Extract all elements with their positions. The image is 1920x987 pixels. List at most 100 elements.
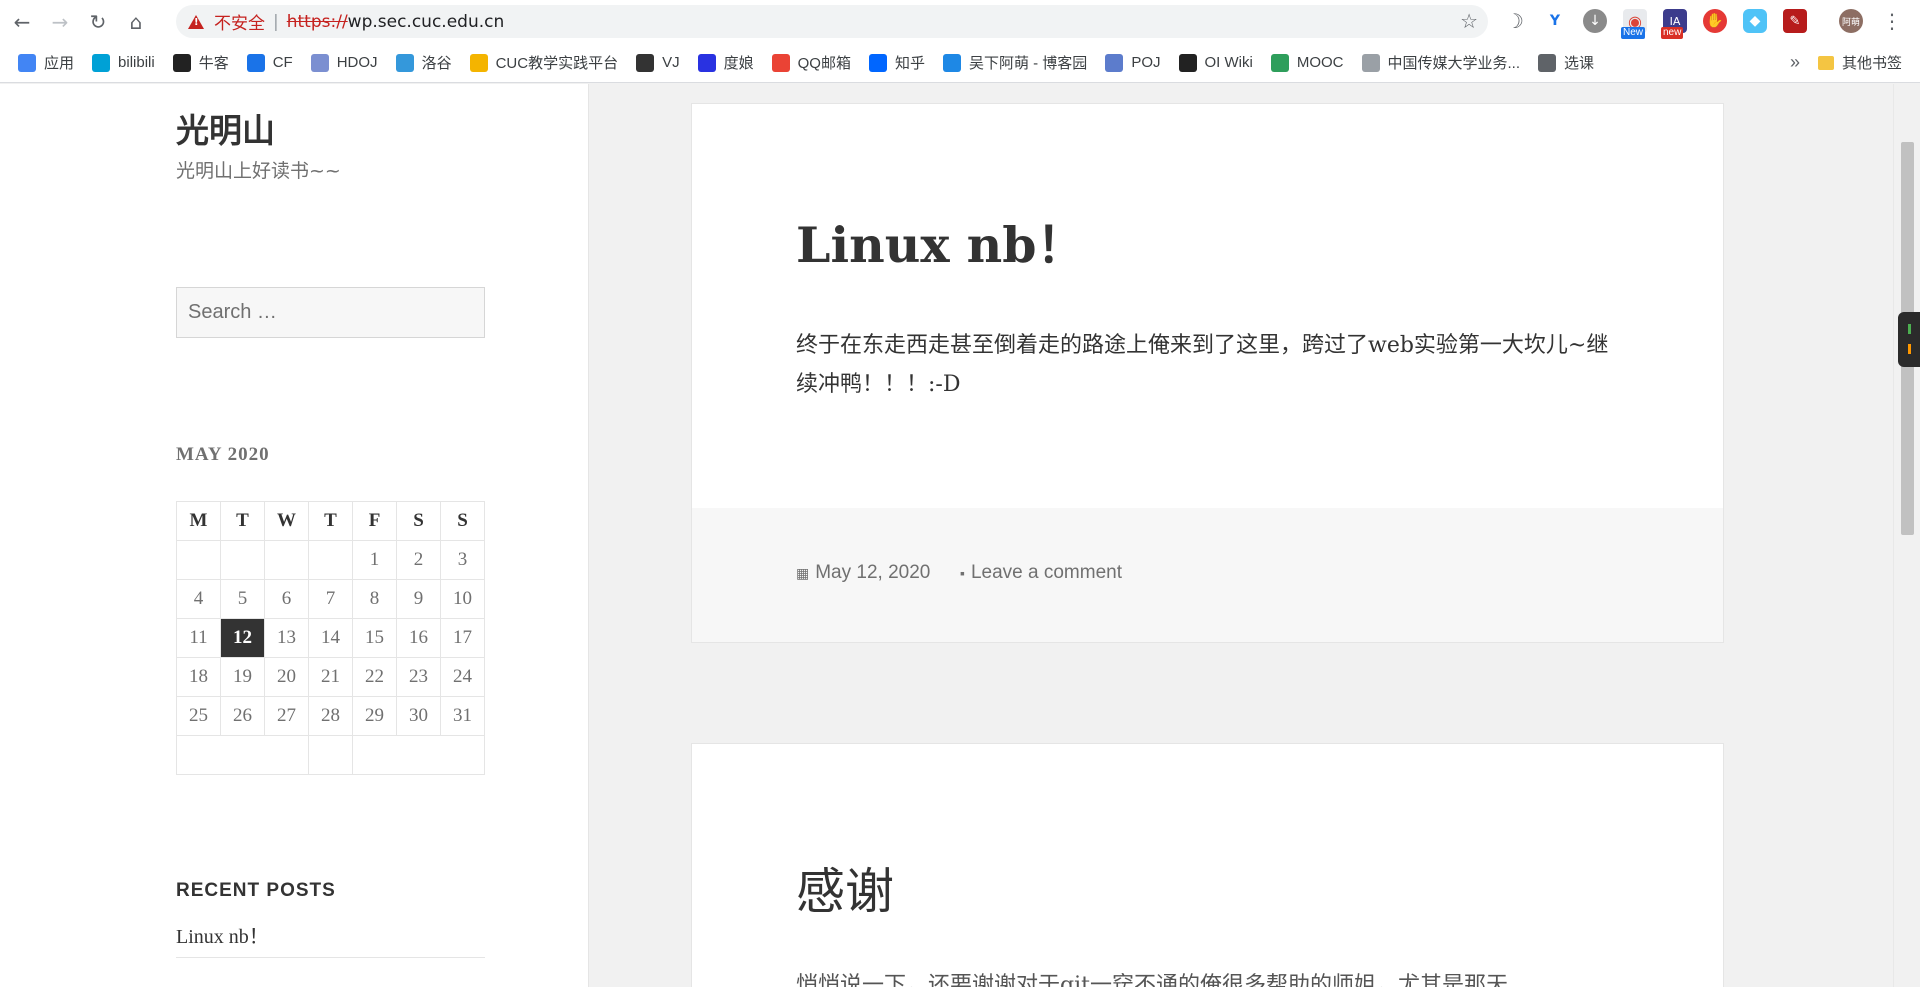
bookmark-label: 洛谷: [421, 55, 452, 72]
calendar-day: 17: [440, 618, 485, 658]
profile-avatar[interactable]: 阿萌: [1839, 9, 1863, 33]
post-title[interactable]: 感谢: [796, 852, 894, 923]
codeforces-icon: [246, 53, 265, 72]
baidu-paw-icon: [697, 53, 716, 72]
calendar-day: 10: [440, 579, 485, 619]
address-bar[interactable]: 不安全 | https:// wp.sec.cuc.edu.cn ☆: [176, 5, 1488, 38]
download-extension-icon[interactable]: ↓: [1583, 9, 1607, 33]
post-title[interactable]: Linux nb！: [796, 206, 1085, 277]
calendar-weekday: M: [176, 501, 221, 541]
bookmark-item[interactable]: OI Wiki: [1178, 53, 1253, 72]
menu-kebab-icon[interactable]: ⋮: [1880, 9, 1904, 33]
bookmark-label: POJ: [1131, 54, 1161, 71]
calendar-day: 2: [396, 540, 441, 580]
calendar-weekday: S: [396, 501, 441, 541]
calendar-empty-cell: [220, 540, 265, 580]
translate-extension-icon[interactable]: Y: [1543, 9, 1567, 33]
calendar-day: 28: [308, 696, 353, 736]
bookmark-item[interactable]: HDOJ: [310, 53, 378, 72]
bookmark-item[interactable]: 吴下阿萌 - 博客园: [942, 52, 1088, 73]
graduation-cap-icon: [1178, 53, 1197, 72]
other-bookmarks-label: 其他书签: [1841, 55, 1902, 72]
calendar-day: 18: [176, 657, 221, 697]
reload-icon[interactable]: ↻: [82, 6, 114, 38]
forward-arrow-icon[interactable]: →: [44, 6, 76, 38]
post-article: 感谢 悄悄说一下，还要谢谢对于git一窍不通的俺很多帮助的师姐，尤其是那天: [691, 743, 1724, 987]
calendar-weekday: F: [352, 501, 397, 541]
bookmark-item[interactable]: QQ邮箱: [771, 52, 851, 73]
calendar-day: 4: [176, 579, 221, 619]
bookmark-item[interactable]: MOOC: [1270, 53, 1344, 72]
calendar-day: 19: [220, 657, 265, 697]
bookmark-label: 度娘: [723, 55, 754, 72]
vjudge-icon: [636, 53, 655, 72]
bookmark-item[interactable]: bilibili: [92, 53, 155, 72]
chrome-extension-new-icon[interactable]: ◉ New: [1621, 9, 1647, 39]
calendar-day: 16: [396, 618, 441, 658]
calendar-icon: ▦: [796, 564, 810, 581]
calendar-day: 3: [440, 540, 485, 580]
nowcoder-icon: [172, 53, 191, 72]
luogu-icon: [395, 53, 414, 72]
calendar-day: 25: [176, 696, 221, 736]
calendar-empty-cell: [264, 540, 309, 580]
calendar-day: 31: [440, 696, 485, 736]
calendar-empty-cell: [176, 540, 221, 580]
bookmark-item[interactable]: 选课: [1538, 52, 1594, 73]
web-page: 光明山 光明山上好读书~~ Search … MAY 2020 MTWTFSS …: [0, 84, 1920, 987]
other-bookmarks-folder[interactable]: 其他书签: [1817, 52, 1902, 73]
calendar-nav-cell: [308, 735, 353, 775]
bookmark-item[interactable]: 应用: [18, 52, 74, 73]
shield-extension-icon[interactable]: ◆: [1743, 9, 1767, 33]
site-title[interactable]: 光明山: [176, 104, 275, 152]
house-icon: [1361, 53, 1380, 72]
adblock-hand-icon[interactable]: ✋: [1703, 9, 1727, 33]
post-body: 悄悄说一下，还要谢谢对于git一窍不通的俺很多帮助的师姐，尤其是那天: [796, 973, 1508, 987]
bookmarks-overflow-button[interactable]: »: [1790, 52, 1800, 73]
post-article: Linux nb！ 终于在东走西走甚至倒着走的路途上俺来到了这里，跨过了web实…: [691, 103, 1724, 643]
bookmark-item[interactable]: 洛谷: [395, 52, 452, 73]
calendar-day: 20: [264, 657, 309, 697]
bookmark-label: 吴下阿萌 - 博客园: [968, 55, 1088, 72]
bookmark-item[interactable]: VJ: [636, 53, 680, 72]
calendar-table: MTWTFSS 1 2 3 4 5 6 7 8 9 10 11 12 13 14 15 16 17 18 19 20 2…: [176, 501, 485, 775]
calendar-day: 5: [220, 579, 265, 619]
pdf-extension-icon[interactable]: ✎: [1783, 9, 1807, 33]
calendar-day: 6: [264, 579, 309, 619]
bookmark-label: 选课: [1564, 55, 1595, 72]
calendar-day: 15: [352, 618, 397, 658]
bookmark-label: 应用: [44, 55, 75, 72]
new-badge: new: [1661, 27, 1684, 39]
bookmark-item[interactable]: 中国传媒大学业务...: [1361, 52, 1520, 73]
bookmark-item[interactable]: CUC教学实践平台: [469, 52, 618, 73]
bookmark-item[interactable]: 牛客: [172, 52, 229, 73]
address-host: wp.sec.cuc.edu.cn: [347, 11, 505, 32]
comment-link[interactable]: ▪ Leave a comment: [960, 562, 1122, 584]
side-panel-handle[interactable]: [1898, 312, 1920, 367]
calendar-day: 7: [308, 579, 353, 619]
calendar-caption: MAY 2020: [176, 444, 270, 465]
bookmark-item[interactable]: 知乎: [868, 52, 925, 73]
page-scrollbar[interactable]: [1893, 84, 1920, 987]
address-scheme: https://: [286, 11, 348, 32]
calendar-weekday: S: [440, 501, 485, 541]
mooc-icon: [1270, 53, 1289, 72]
bilibili-icon: [92, 53, 111, 72]
calendar-day[interactable]: 12: [220, 618, 265, 658]
calendar-day: 9: [396, 579, 441, 619]
recent-post-link[interactable]: Linux nb！: [176, 920, 485, 958]
home-icon[interactable]: ⌂: [120, 6, 152, 38]
ia-extension-icon[interactable]: IA new: [1661, 9, 1687, 39]
bookmark-star-icon[interactable]: ☆: [1460, 9, 1478, 33]
bookmark-item[interactable]: CF: [246, 53, 293, 72]
calendar-weekday: W: [264, 501, 309, 541]
bookmark-label: QQ邮箱: [797, 55, 851, 72]
bookmark-item[interactable]: 度娘: [697, 52, 754, 73]
dark-mode-moon-icon[interactable]: ☽: [1503, 9, 1527, 33]
bookmark-item[interactable]: POJ: [1105, 53, 1161, 72]
post-date[interactable]: ▦ May 12, 2020: [796, 562, 930, 584]
bookmark-label: 知乎: [894, 55, 925, 72]
back-arrow-icon[interactable]: ←: [6, 6, 38, 38]
search-input[interactable]: Search …: [176, 287, 485, 338]
comment-link-label: Leave a comment: [970, 562, 1122, 583]
